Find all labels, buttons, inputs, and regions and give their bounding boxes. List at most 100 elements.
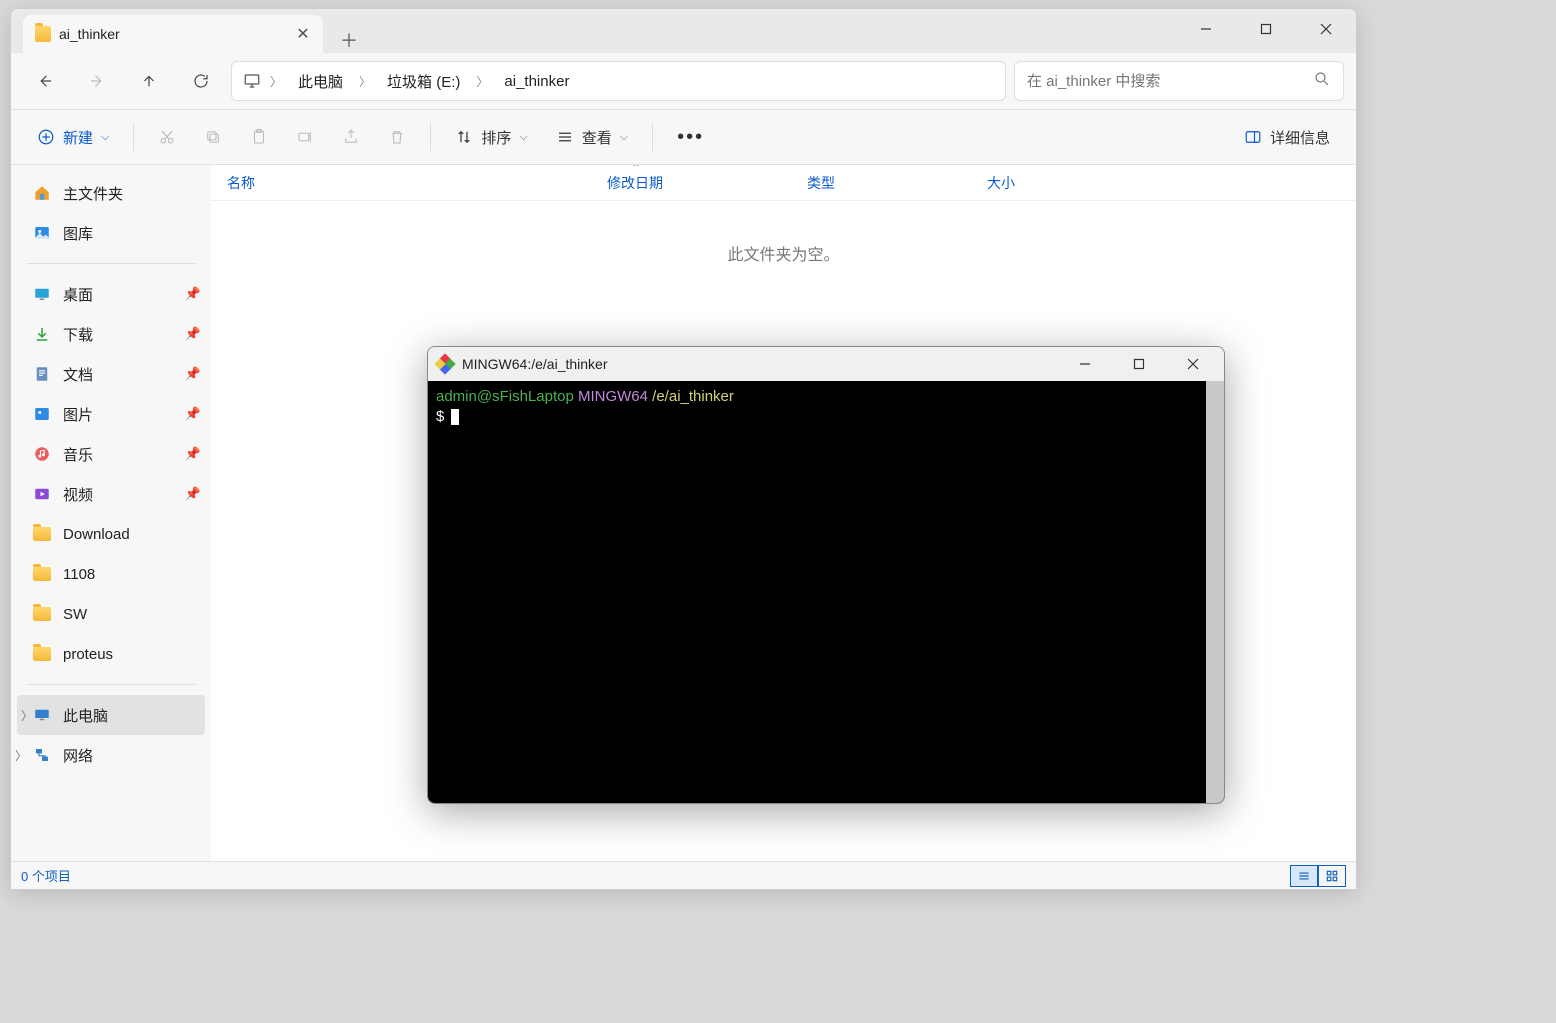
monitor-icon [33,706,51,724]
video-icon [33,485,51,503]
sidebar-item-label: Download [63,526,130,543]
sidebar-gallery-label: 图库 [63,223,93,244]
sidebar-downloads[interactable]: 下载 📌 [11,314,211,354]
sidebar-documents[interactable]: 文档 📌 [11,354,211,394]
view-button-label: 查看 [582,127,612,148]
status-item-count: 0 个项目 [21,866,71,885]
view-button[interactable]: 查看 ⌵ [544,119,640,155]
paste-button[interactable] [238,119,280,155]
terminal-maximize-button[interactable] [1116,347,1162,381]
sidebar-network-label: 网络 [63,745,93,766]
new-tab-button[interactable]: ＋ [331,27,367,53]
download-icon [33,325,51,343]
empty-folder-text: 此文件夹为空。 [211,241,1356,265]
sidebar-home[interactable]: 主文件夹 [11,173,211,213]
chevron-right-icon: 〉 [268,73,284,90]
toolbar-separator [652,123,653,151]
sort-button[interactable]: 排序 ⌵ [443,119,539,155]
terminal-close-button[interactable] [1170,347,1216,381]
terminal-body[interactable]: admin@sFishLaptop MINGW64 /e/ai_thinker … [428,381,1224,803]
chevron-right-icon[interactable]: 〉 [21,707,33,724]
git-bash-icon [436,355,454,373]
search-icon[interactable] [1313,70,1331,93]
sidebar-item-label: 视频 [63,484,93,505]
column-type[interactable]: 类型 [791,173,971,193]
sidebar-this-pc-label: 此电脑 [63,705,108,726]
delete-button[interactable] [376,119,418,155]
sidebar-folder-proteus[interactable]: proteus [11,634,211,674]
details-pane-label: 详细信息 [1270,127,1330,148]
monitor-icon[interactable] [240,69,264,93]
terminal-input-line[interactable]: $ [436,407,1216,427]
close-tab-icon[interactable]: ✕ [295,26,311,42]
sidebar-folder-sw[interactable]: SW [11,594,211,634]
sort-button-label: 排序 [481,127,511,148]
view-details-button[interactable] [1290,865,1318,887]
pin-icon: 📌 [185,446,201,462]
search-box[interactable] [1014,61,1344,101]
close-window-button[interactable] [1296,9,1356,49]
chevron-down-icon: ⌵ [101,131,109,144]
rename-button[interactable] [284,119,326,155]
new-button-label: 新建 [63,127,93,148]
sidebar-gallery[interactable]: 图库 [11,213,211,253]
terminal-scrollbar[interactable] [1206,381,1224,803]
minimize-button[interactable] [1176,9,1236,49]
pin-icon: 📌 [185,286,201,302]
column-name[interactable]: 名称 [211,173,591,193]
sidebar-desktop[interactable]: 桌面 📌 [11,274,211,314]
sort-indicator-icon: ⌃ [631,165,641,175]
tab-strip: ai_thinker ✕ ＋ [11,9,1356,53]
sidebar-home-label: 主文件夹 [63,183,123,204]
folder-icon [33,645,51,663]
folder-icon [33,565,51,583]
column-modified[interactable]: 修改日期 [591,173,791,193]
refresh-button[interactable] [179,61,223,101]
breadcrumb-this-pc[interactable]: 此电脑 [288,67,353,96]
terminal-titlebar[interactable]: MINGW64:/e/ai_thinker [428,347,1224,381]
copy-button[interactable] [192,119,234,155]
chevron-right-icon: 〉 [357,73,373,90]
chevron-down-icon: ⌵ [519,131,527,144]
folder-icon [35,26,51,42]
window-controls [1176,9,1356,49]
forward-button[interactable] [75,61,119,101]
search-input[interactable] [1027,73,1313,90]
sidebar-videos[interactable]: 视频 📌 [11,474,211,514]
sidebar-item-label: 下载 [63,324,93,345]
music-icon [33,445,51,463]
sidebar-music[interactable]: 音乐 📌 [11,434,211,474]
details-pane-button[interactable]: 详细信息 [1232,119,1342,155]
back-button[interactable] [23,61,67,101]
cut-button[interactable] [146,119,188,155]
sidebar-divider [27,684,195,685]
share-button[interactable] [330,119,372,155]
breadcrumb[interactable]: 〉 此电脑 〉 垃圾箱 (E:) 〉 ai_thinker [231,61,1006,101]
chevron-right-icon[interactable]: 〉 [15,747,27,764]
terminal-minimize-button[interactable] [1062,347,1108,381]
sidebar-pictures[interactable]: 图片 📌 [11,394,211,434]
sidebar-item-label: 桌面 [63,284,93,305]
chevron-right-icon: 〉 [474,73,490,90]
sidebar-item-label: 文档 [63,364,93,385]
breadcrumb-folder[interactable]: ai_thinker [494,69,579,94]
new-button[interactable]: 新建 ⌵ [25,119,121,155]
view-icons-button[interactable] [1318,865,1346,887]
more-button[interactable]: ••• [665,119,716,155]
breadcrumb-drive[interactable]: 垃圾箱 (E:) [377,67,470,96]
sidebar-network[interactable]: 〉 网络 [11,735,211,775]
pin-icon: 📌 [185,486,201,502]
column-size[interactable]: 大小 [971,173,1091,193]
up-button[interactable] [127,61,171,101]
tab-ai-thinker[interactable]: ai_thinker ✕ [23,15,323,53]
maximize-button[interactable] [1236,9,1296,49]
sidebar-this-pc[interactable]: 〉 此电脑 [17,695,205,735]
tab-title: ai_thinker [59,26,287,42]
toolbar: 新建 ⌵ 排序 ⌵ 查看 ⌵ ••• 详细信息 [11,109,1356,165]
sidebar-item-label: SW [63,606,87,623]
sidebar-folder-download[interactable]: Download [11,514,211,554]
sidebar-folder-1108[interactable]: 1108 [11,554,211,594]
folder-icon [33,525,51,543]
toolbar-separator [133,123,134,151]
pin-icon: 📌 [185,406,201,422]
